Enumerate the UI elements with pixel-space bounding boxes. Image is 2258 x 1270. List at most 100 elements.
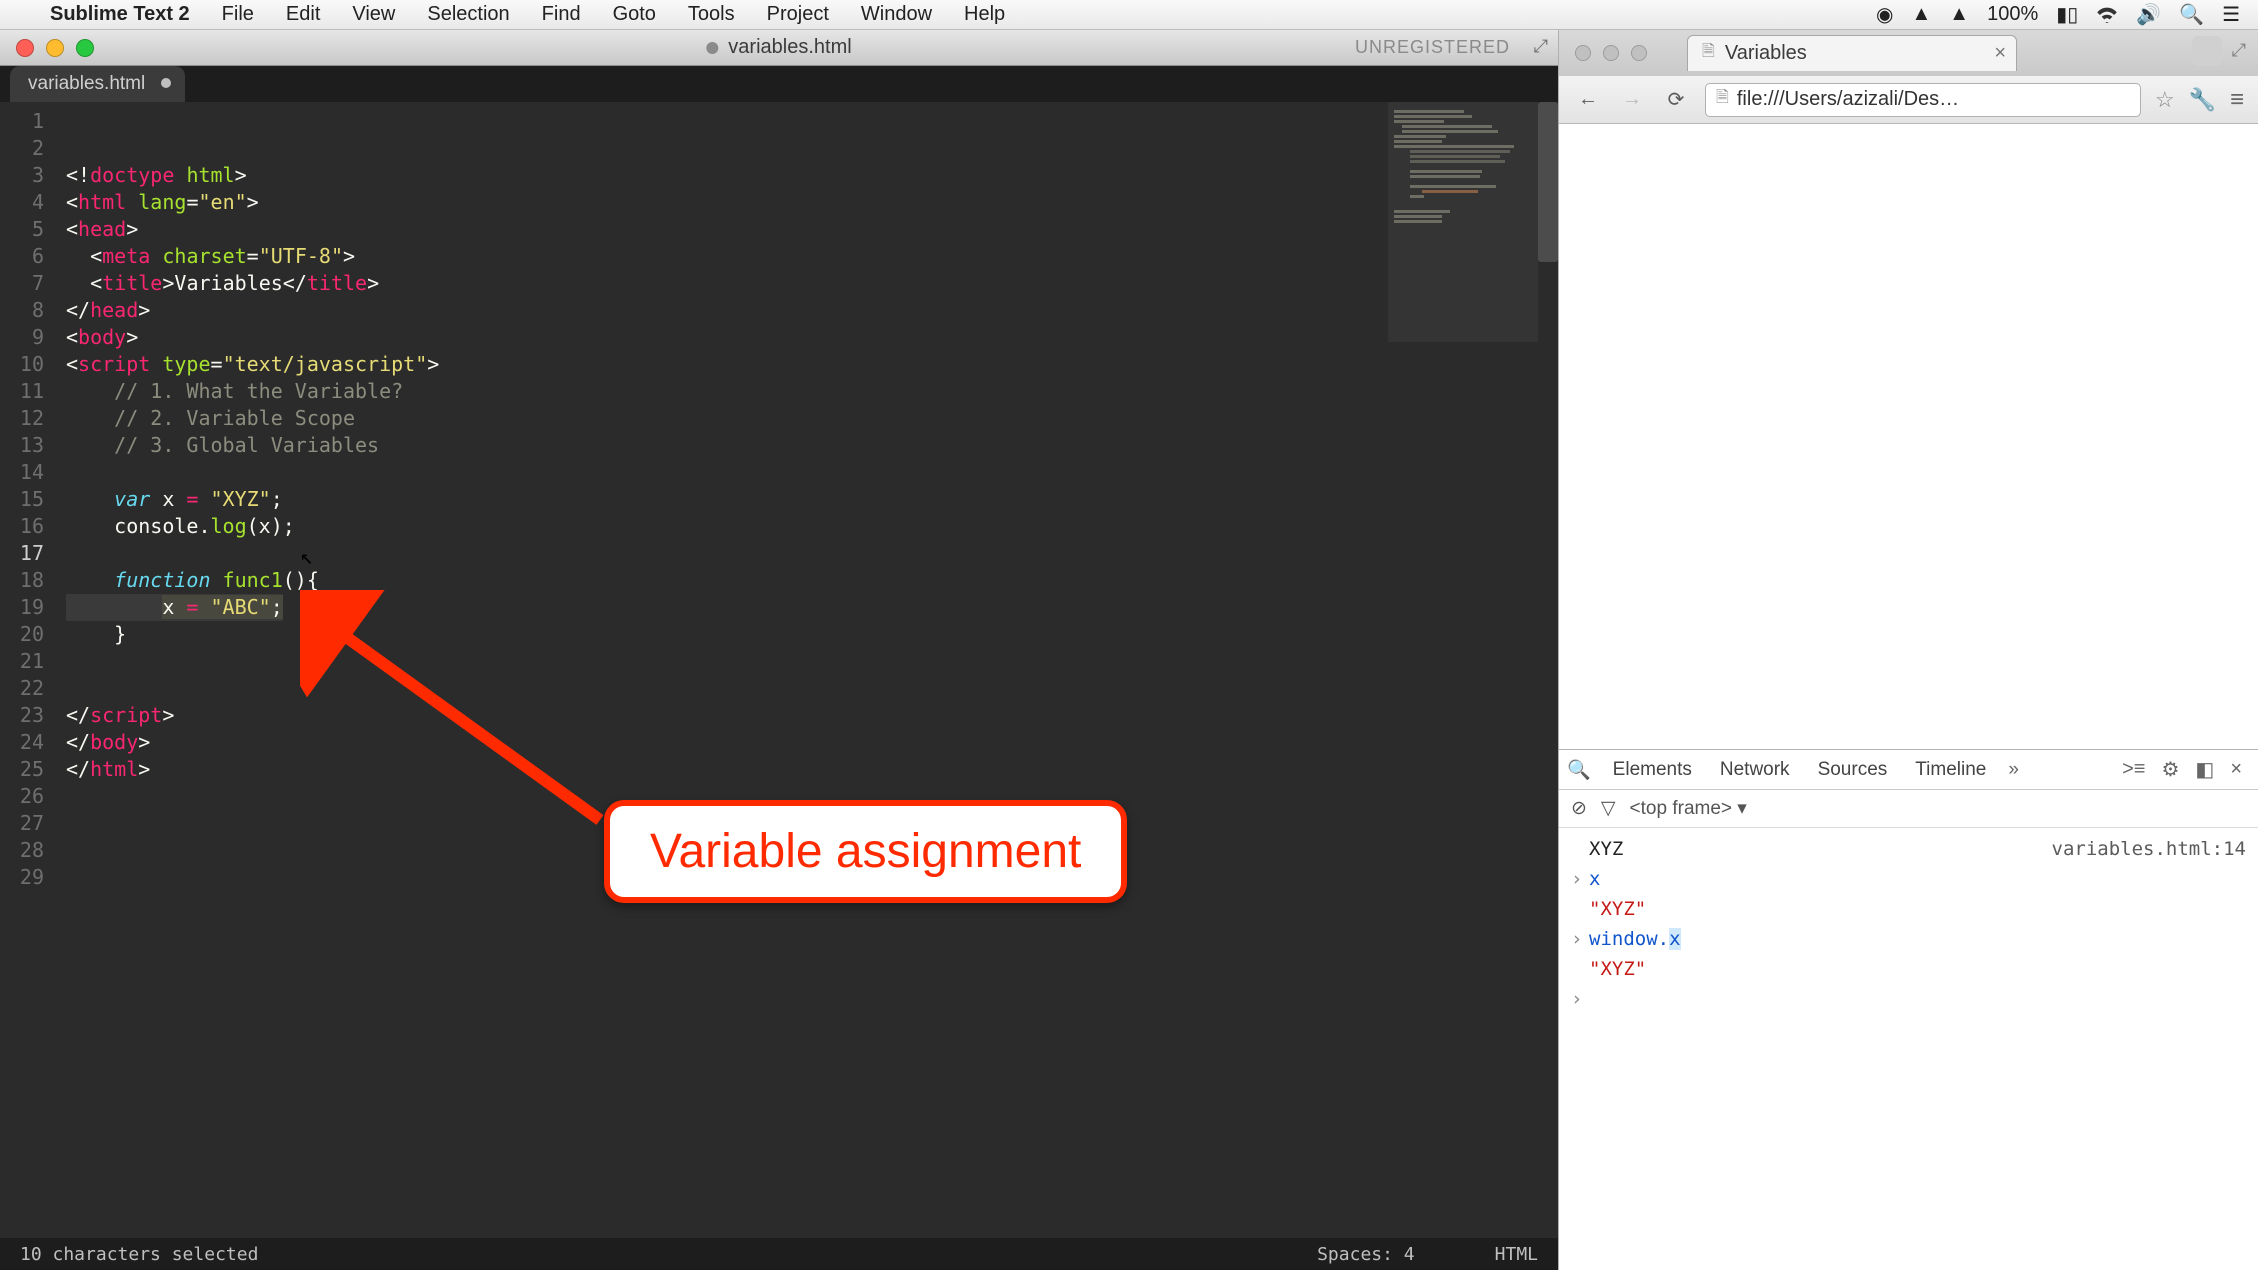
fullscreen-icon[interactable]: ⤢ — [1534, 36, 1548, 57]
code-line[interactable]: // 1. What the Variable? — [66, 378, 1558, 405]
devtools-tab-network[interactable]: Network — [1706, 750, 1804, 790]
browser-toolbar[interactable]: ← → ⟳ 🗎 file:///Users/azizali/Des… ☆ 🔧 ≡ — [1559, 76, 2258, 124]
code-line[interactable]: function func1(){ — [66, 567, 1558, 594]
line-number[interactable]: 11 — [0, 378, 56, 405]
code-line[interactable]: x = "ABC"; — [66, 594, 283, 621]
window-close-button[interactable] — [16, 39, 34, 57]
code-line[interactable] — [66, 540, 1558, 567]
scrollbar-thumb[interactable] — [1538, 102, 1558, 262]
menu-find[interactable]: Find — [526, 3, 597, 26]
line-number[interactable]: 28 — [0, 837, 56, 864]
status-syntax[interactable]: HTML — [1495, 1244, 1538, 1265]
browser-tab[interactable]: 🗎 Variables × — [1687, 35, 2017, 71]
volume-icon[interactable]: 🔊 — [2136, 2, 2161, 27]
console-clear-icon[interactable]: ⊘ — [1571, 797, 1587, 820]
devtools-tabbar[interactable]: 🔍 Elements Network Sources Timeline » >≡… — [1559, 750, 2258, 790]
browser-fullscreen-icon[interactable]: ⤢ — [2232, 40, 2246, 61]
back-button[interactable]: ← — [1573, 88, 1603, 111]
console-source-link[interactable]: variables.html:14 — [2052, 836, 2246, 862]
line-number[interactable]: 9 — [0, 324, 56, 351]
menu-window[interactable]: Window — [845, 3, 948, 26]
browser-zoom-button[interactable] — [1631, 45, 1647, 61]
devtools-tab-timeline[interactable]: Timeline — [1901, 750, 2000, 790]
console-row[interactable]: "XYZ" — [1559, 954, 2258, 984]
code-line[interactable]: console.log(x); — [66, 513, 1558, 540]
code-line[interactable]: // 2. Variable Scope — [66, 405, 1558, 432]
line-number[interactable]: 19 — [0, 594, 56, 621]
line-number[interactable]: 29 — [0, 864, 56, 891]
console-context-select[interactable]: <top frame> ▾ — [1630, 797, 1747, 820]
menu-goto[interactable]: Goto — [597, 3, 672, 26]
console-row[interactable]: ›window.x — [1559, 924, 2258, 954]
battery-icon[interactable]: ▮▯ — [2056, 2, 2078, 27]
devtools-tab-elements[interactable]: Elements — [1599, 750, 1706, 790]
line-number[interactable]: 18 — [0, 567, 56, 594]
reload-button[interactable]: ⟳ — [1661, 87, 1691, 112]
line-number[interactable]: 2 — [0, 135, 56, 162]
code-line[interactable]: <!doctype html> — [66, 162, 1558, 189]
menu-extras-icon[interactable]: ☰ — [2222, 2, 2240, 27]
code-line[interactable]: var x = "XYZ"; — [66, 486, 1558, 513]
code-line[interactable]: </script> — [66, 702, 1558, 729]
menu-help[interactable]: Help — [948, 3, 1021, 26]
devtools-console-toolbar[interactable]: ⊘ ▽ <top frame> ▾ — [1559, 790, 2258, 828]
console-filter-icon[interactable]: ▽ — [1601, 797, 1616, 820]
code-line[interactable] — [66, 675, 1558, 702]
line-number[interactable]: 1 — [0, 108, 56, 135]
status-indentation[interactable]: Spaces: 4 — [1317, 1244, 1415, 1265]
line-number[interactable]: 13 — [0, 432, 56, 459]
wifi-icon[interactable] — [2096, 7, 2118, 23]
bookmark-icon[interactable]: ☆ — [2155, 87, 2175, 113]
console-row[interactable]: "XYZ" — [1559, 894, 2258, 924]
editor-scrollbar[interactable] — [1538, 102, 1558, 1238]
code-line[interactable] — [66, 918, 1558, 945]
line-number[interactable]: 14 — [0, 459, 56, 486]
code-line[interactable] — [66, 648, 1558, 675]
editor-tab[interactable]: variables.html — [10, 66, 185, 102]
line-number[interactable]: 5 — [0, 216, 56, 243]
code-line[interactable]: </html> — [66, 756, 1558, 783]
line-number[interactable]: 20 — [0, 621, 56, 648]
line-number[interactable]: 21 — [0, 648, 56, 675]
menu-edit[interactable]: Edit — [270, 3, 336, 26]
window-zoom-button[interactable] — [76, 39, 94, 57]
code-line[interactable]: // 3. Global Variables — [66, 432, 1558, 459]
code-line[interactable] — [66, 459, 1558, 486]
devtools-search-icon[interactable]: 🔍 — [1567, 758, 1591, 782]
forward-button[interactable]: → — [1617, 88, 1647, 111]
devtools-dock-icon[interactable]: ◧ — [2187, 757, 2222, 782]
console-row[interactable]: › — [1559, 984, 2258, 1014]
browser-close-button[interactable] — [1575, 45, 1591, 61]
line-number[interactable]: 24 — [0, 729, 56, 756]
tab-close-icon[interactable]: × — [1994, 42, 2006, 65]
devtools-tabs-overflow-icon[interactable]: » — [2000, 759, 2027, 781]
profile-avatar-icon[interactable] — [2192, 36, 2222, 66]
browser-page[interactable]: 🔍 Elements Network Sources Timeline » >≡… — [1559, 124, 2258, 1270]
line-number[interactable]: 7 — [0, 270, 56, 297]
console-row[interactable]: ›x — [1559, 864, 2258, 894]
line-number[interactable]: 25 — [0, 756, 56, 783]
line-number[interactable]: 23 — [0, 702, 56, 729]
line-number-gutter[interactable]: 1234567891011121314151617181920212223242… — [0, 102, 56, 1238]
code-line[interactable]: </head> — [66, 297, 1558, 324]
editor-tabbar[interactable]: variables.html — [0, 66, 1558, 102]
devtools-console[interactable]: XYZvariables.html:14›x"XYZ"›window.x"XYZ… — [1559, 828, 2258, 1270]
menu-project[interactable]: Project — [751, 3, 845, 26]
line-number[interactable]: 16 — [0, 513, 56, 540]
screen-record-icon[interactable]: ◉ — [1876, 2, 1893, 27]
code-line[interactable]: </body> — [66, 729, 1558, 756]
editor-statusbar[interactable]: 10 characters selected Spaces: 4 HTML — [0, 1238, 1558, 1270]
google-drive-icon[interactable]: ▲ — [1911, 3, 1931, 26]
menu-tools[interactable]: Tools — [672, 3, 751, 26]
window-minimize-button[interactable] — [46, 39, 64, 57]
code-line[interactable]: <title>Variables</title> — [66, 270, 1558, 297]
line-number[interactable]: 26 — [0, 783, 56, 810]
code-line[interactable]: <html lang="en"> — [66, 189, 1558, 216]
devtools-drawer-icon[interactable]: >≡ — [2114, 758, 2153, 781]
extension-icon[interactable]: 🔧 — [2189, 87, 2216, 113]
code-line[interactable]: <script type="text/javascript"> — [66, 351, 1558, 378]
devtools-panel[interactable]: 🔍 Elements Network Sources Timeline » >≡… — [1559, 749, 2258, 1270]
line-number[interactable]: 10 — [0, 351, 56, 378]
menu-file[interactable]: File — [206, 3, 270, 26]
spotlight-icon[interactable]: 🔍 — [2179, 2, 2204, 27]
